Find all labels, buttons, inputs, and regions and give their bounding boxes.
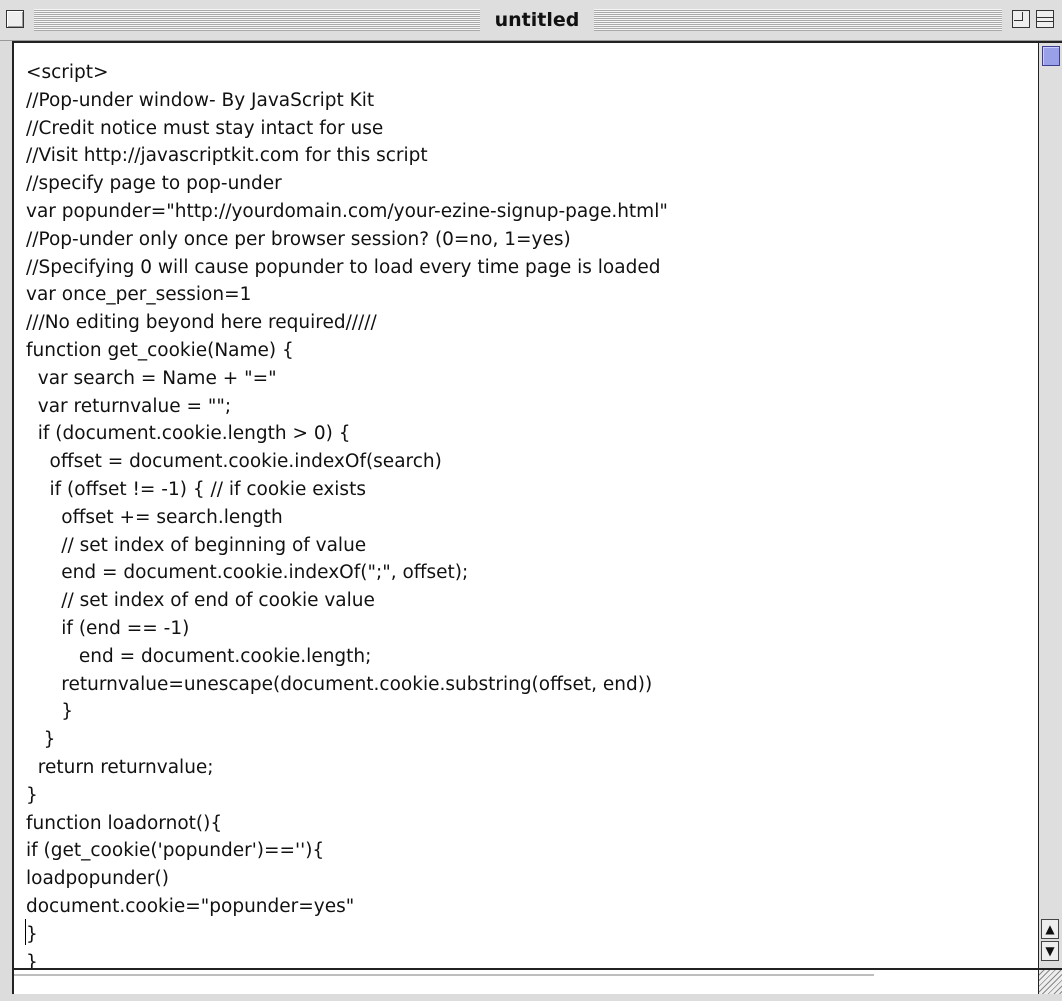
code-line[interactable]: ///No editing beyond here required///// — [26, 312, 377, 333]
source-code-text[interactable]: <script> //Pop-under window- By JavaScri… — [14, 43, 1038, 968]
scroll-up-arrow-icon[interactable]: ▲ — [1041, 919, 1059, 939]
code-line[interactable]: } — [26, 952, 38, 969]
code-line[interactable]: if (end == -1) — [26, 618, 189, 639]
code-line[interactable]: var returnvalue = ""; — [26, 396, 231, 417]
code-line[interactable]: // set index of end of cookie value — [26, 590, 375, 611]
code-line[interactable]: //Pop-under only once per browser sessio… — [26, 229, 571, 250]
code-line[interactable]: var popunder="http://yourdomain.com/your… — [26, 201, 668, 222]
code-line[interactable]: } — [26, 729, 56, 750]
window-title: untitled — [484, 7, 590, 33]
code-line[interactable]: document.cookie="popunder=yes" — [26, 896, 354, 917]
close-box[interactable] — [6, 10, 24, 28]
code-line[interactable]: offset = document.cookie.indexOf(search) — [26, 451, 442, 472]
text-editing-area[interactable]: <script> //Pop-under window- By JavaScri… — [14, 43, 1038, 968]
code-line[interactable]: // set index of beginning of value — [26, 535, 366, 556]
code-line[interactable]: //specify page to pop-under — [26, 173, 282, 194]
code-line[interactable]: } — [26, 924, 38, 945]
vertical-scrollbar[interactable]: ▲ ▼ — [1038, 43, 1062, 968]
code-line[interactable]: //Credit notice must stay intact for use — [26, 118, 383, 139]
code-line[interactable]: end = document.cookie.indexOf(";", offse… — [26, 562, 468, 583]
code-line[interactable]: //Visit http://javascriptkit.com for thi… — [26, 145, 428, 166]
horizontal-scrollbar-track — [14, 974, 874, 976]
resize-grip-icon[interactable] — [1038, 968, 1062, 994]
zoom-box[interactable] — [1012, 10, 1030, 28]
code-line[interactable]: loadpopunder() — [26, 868, 169, 889]
editor-window: untitled <script> //Pop-under window- By… — [0, 0, 1062, 1001]
horizontal-scrollbar[interactable] — [14, 968, 1038, 994]
code-line[interactable]: if (offset != -1) { // if cookie exists — [26, 479, 366, 500]
scroll-thumb[interactable] — [1042, 46, 1060, 66]
scroll-down-arrow-icon[interactable]: ▼ — [1041, 941, 1059, 961]
title-bar-stripes-right — [594, 9, 1002, 31]
code-line[interactable]: } — [26, 701, 73, 722]
collapse-box[interactable] — [1036, 10, 1054, 28]
code-line[interactable]: end = document.cookie.length; — [26, 646, 371, 667]
code-line[interactable]: return returnvalue; — [26, 757, 214, 778]
code-line[interactable]: var search = Name + "=" — [26, 368, 277, 389]
code-line[interactable]: //Specifying 0 will cause popunder to lo… — [26, 257, 660, 278]
code-line[interactable]: //Pop-under window- By JavaScript Kit — [26, 90, 374, 111]
code-line[interactable]: if (get_cookie('popunder')==''){ — [26, 840, 324, 861]
title-bar[interactable]: untitled — [0, 0, 1062, 41]
code-line[interactable]: if (document.cookie.length > 0) { — [26, 423, 351, 444]
code-line[interactable]: offset += search.length — [26, 507, 282, 528]
text-cursor — [25, 919, 26, 945]
code-line[interactable]: function loadornot(){ — [26, 813, 222, 834]
code-line[interactable]: } — [26, 785, 38, 806]
code-line[interactable]: function get_cookie(Name) { — [26, 340, 294, 361]
document-frame: <script> //Pop-under window- By JavaScri… — [12, 41, 1062, 994]
title-bar-stripes-left — [34, 9, 480, 31]
code-line[interactable]: <script> — [26, 62, 109, 83]
code-line[interactable]: returnvalue=unescape(document.cookie.sub… — [26, 674, 652, 695]
code-line[interactable]: var once_per_session=1 — [26, 284, 251, 305]
